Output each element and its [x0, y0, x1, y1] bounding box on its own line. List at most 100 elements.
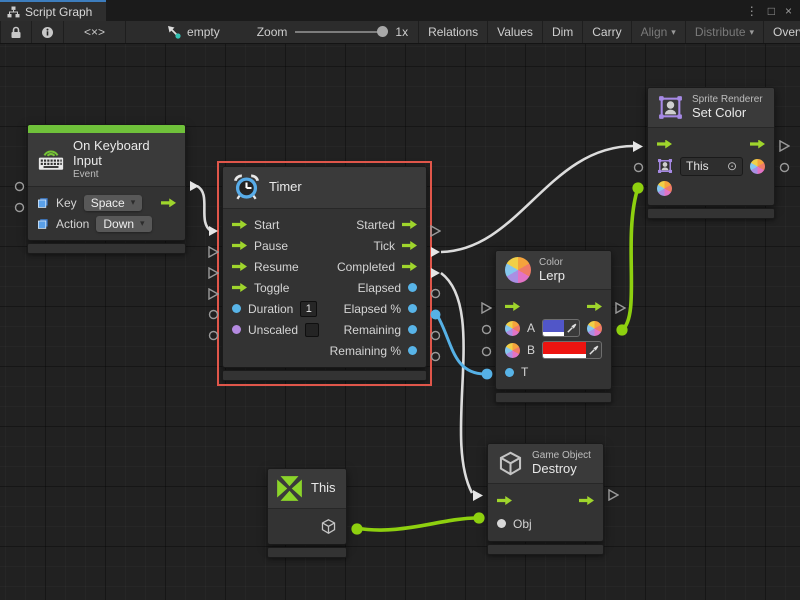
action-dropdown[interactable]: Down▾ — [96, 216, 151, 232]
self-icon — [276, 475, 303, 502]
keyboard-icon — [37, 148, 65, 172]
graph-state: empty — [158, 21, 229, 43]
object-in-dot — [497, 519, 506, 528]
port-remaining-pct-out[interactable] — [430, 351, 441, 362]
port-destroy-flow-in[interactable] — [472, 489, 484, 502]
flow-out-arrow — [750, 140, 765, 149]
node-color-lerp[interactable]: Color Lerp A — [495, 250, 612, 403]
node-set-color[interactable]: Sprite Renderer Set Color This ⊙ — [647, 87, 775, 219]
port-setcolor-flow-out[interactable] — [779, 140, 790, 152]
info-icon — [41, 26, 54, 39]
destroy-flow-row — [488, 489, 603, 512]
port-unscaled-in[interactable] — [208, 330, 219, 341]
flow-out-arrow — [402, 220, 417, 229]
carry-button[interactable]: Carry — [583, 21, 631, 43]
port-toggle-in[interactable] — [208, 288, 219, 300]
node-title: Destroy — [532, 462, 591, 477]
flow-in-arrow — [505, 302, 520, 311]
node-this[interactable]: This — [267, 468, 347, 558]
window-menu-button[interactable]: ⋮ — [746, 4, 758, 18]
window-close-button[interactable]: × — [785, 4, 792, 18]
port-resume-in[interactable] — [208, 267, 219, 279]
insert-node-button[interactable]: <×> — [64, 21, 126, 43]
wire-this-to-destroy-obj[interactable] — [356, 518, 477, 530]
port-started-out[interactable] — [430, 225, 441, 237]
info-button[interactable] — [32, 21, 64, 43]
port-tick-out[interactable] — [430, 246, 441, 258]
setcolor-color-row — [648, 177, 774, 199]
lerp-row-a: A — [496, 317, 611, 339]
port-a-in[interactable] — [481, 324, 492, 335]
object-picker-icon[interactable]: ⊙ — [727, 159, 737, 173]
flow-in-arrow — [497, 496, 512, 505]
zoom-slider[interactable] — [295, 31, 387, 33]
port-completed-out[interactable] — [430, 267, 441, 279]
port-b-in[interactable] — [481, 346, 492, 357]
port-destroy-flow-out[interactable] — [608, 489, 619, 501]
port-obj-in[interactable] — [473, 512, 485, 524]
duration-input[interactable]: 1 — [300, 301, 317, 317]
port-t-in[interactable] — [481, 368, 493, 380]
port-target-in[interactable] — [633, 162, 644, 173]
port-setcolor-flow-in[interactable] — [632, 140, 644, 153]
port-pause-in[interactable] — [208, 246, 219, 258]
graph-canvas[interactable]: On Keyboard Input Event Key Space▾ Actio… — [0, 44, 800, 600]
lerp-row-b: B — [496, 339, 611, 361]
flow-in-arrow — [232, 283, 247, 292]
tab-script-graph[interactable]: Script Graph — [0, 0, 106, 21]
port-remaining-out[interactable] — [430, 330, 441, 341]
setcolor-flow-row — [648, 133, 774, 155]
values-button[interactable]: Values — [488, 21, 543, 43]
node-footer — [27, 243, 186, 254]
port-lerp-flow-in[interactable] — [481, 302, 492, 314]
port-this-out[interactable] — [351, 523, 363, 535]
float-in-dot — [505, 368, 514, 377]
align-button[interactable]: Align▾ — [632, 21, 686, 43]
node-timer[interactable]: Timer Start Started Pause Tick Resume Co… — [222, 166, 427, 381]
port-key-in[interactable] — [14, 181, 25, 192]
port-lerp-result-out[interactable] — [616, 324, 628, 336]
color-type-icon — [505, 321, 520, 336]
sprite-renderer-icon — [657, 94, 684, 121]
distribute-button[interactable]: Distribute▾ — [686, 21, 764, 43]
wire-completed-to-destroy[interactable] — [441, 273, 472, 493]
flow-out-arrow — [579, 496, 594, 505]
node-subtitle: Event — [73, 169, 176, 181]
port-elapsed-out[interactable] — [430, 288, 441, 299]
port-lerp-flow-out[interactable] — [615, 302, 626, 314]
node-destroy[interactable]: Game Object Destroy Obj — [487, 443, 604, 555]
dim-button[interactable]: Dim — [543, 21, 583, 43]
color-b-field[interactable] — [542, 341, 602, 359]
color-a-field[interactable] — [542, 319, 580, 337]
port-duration-in[interactable] — [208, 309, 219, 320]
port-trigger-out[interactable] — [189, 180, 200, 192]
chevron-down-icon: ▾ — [750, 27, 755, 38]
node-footer — [647, 208, 775, 219]
window-maximize-button[interactable]: □ — [768, 4, 775, 18]
eyedropper-icon[interactable] — [586, 342, 601, 358]
alpha-bar — [543, 332, 564, 336]
timer-icon — [232, 173, 261, 202]
float-out-dot — [408, 304, 417, 313]
key-dropdown[interactable]: Space▾ — [84, 195, 143, 211]
lock-button[interactable] — [0, 21, 32, 43]
port-elapsed-pct-out[interactable] — [430, 309, 441, 320]
overview-button[interactable]: Overview — [764, 21, 800, 43]
port-color-in[interactable] — [632, 182, 644, 194]
zoom-slider-handle[interactable] — [377, 26, 388, 37]
eyedropper-icon[interactable] — [564, 320, 579, 336]
timer-row-7: Remaining % — [223, 340, 426, 361]
timer-row-5: Duration1 Elapsed % — [223, 298, 426, 319]
target-object-field[interactable]: This ⊙ — [680, 157, 743, 176]
node-on-keyboard-input[interactable]: On Keyboard Input Event Key Space▾ Actio… — [27, 124, 186, 254]
node-title: Lerp — [539, 269, 565, 284]
unscaled-checkbox[interactable] — [305, 323, 319, 337]
wire-tick-to-setcolor[interactable] — [441, 146, 634, 252]
node-header: Sprite Renderer Set Color — [648, 88, 774, 128]
timer-row-6: Unscaled Remaining — [223, 319, 426, 340]
port-start-in[interactable] — [208, 225, 219, 237]
port-action-in[interactable] — [14, 202, 25, 213]
wire-elapsedpct-to-lerp-t[interactable] — [437, 315, 485, 374]
port-setcolor-value-out[interactable] — [779, 162, 790, 173]
relations-button[interactable]: Relations — [418, 21, 488, 43]
